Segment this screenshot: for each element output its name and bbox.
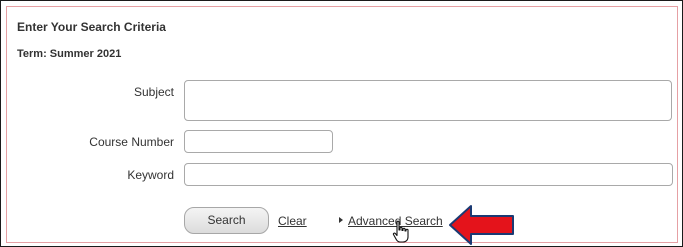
course-number-input[interactable] — [184, 130, 333, 153]
hand-pointer-cursor-icon — [392, 220, 409, 243]
keyword-label: Keyword — [127, 168, 174, 182]
triangle-right-icon — [339, 217, 343, 223]
subject-input[interactable] — [184, 80, 672, 121]
clear-link[interactable]: Clear — [278, 214, 307, 228]
panel-title: Enter Your Search Criteria — [17, 20, 166, 34]
term-label: Term: Summer 2021 — [17, 48, 122, 60]
red-arrow-left-icon — [449, 205, 514, 245]
search-criteria-panel: Enter Your Search Criteria Term: Summer … — [6, 6, 678, 243]
course-number-label: Course Number — [89, 135, 174, 149]
keyword-input[interactable] — [184, 163, 673, 186]
search-button[interactable]: Search — [184, 207, 269, 234]
subject-label: Subject — [133, 85, 174, 99]
